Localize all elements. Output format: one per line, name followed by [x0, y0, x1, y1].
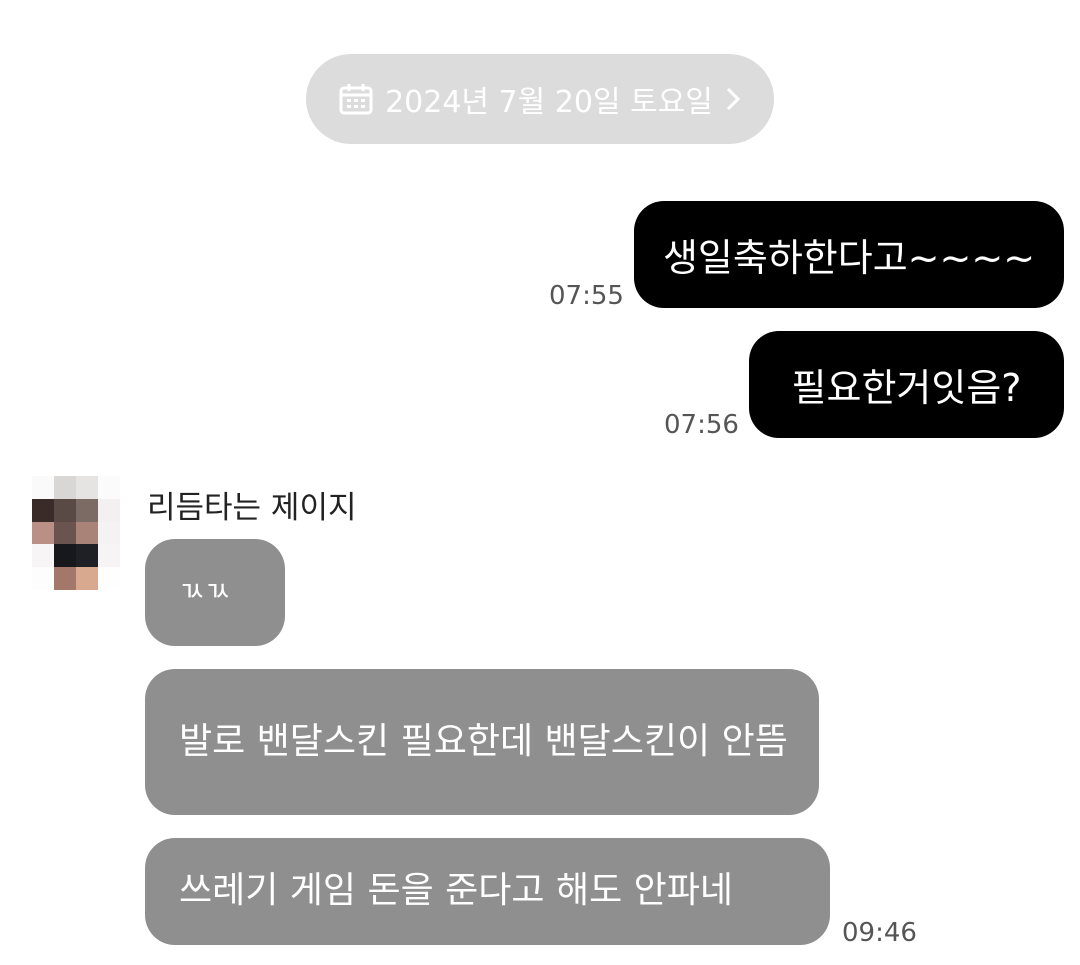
- incoming-message-bubble[interactable]: 발로 밴달스킨 필요한데 밴달스킨이 안뜸: [145, 669, 819, 815]
- calendar-icon: [339, 83, 373, 115]
- chevron-right-icon: [725, 86, 741, 112]
- message-timestamp: 07:56: [664, 410, 739, 440]
- date-divider-label: 2024년 7월 20일 토요일: [385, 85, 713, 120]
- message-timestamp: 09:46: [842, 918, 917, 948]
- message-text: ㄳㄳ: [179, 575, 231, 609]
- message-text: 쓰레기 게임 돈을 준다고 해도 안파네: [179, 870, 734, 912]
- outgoing-message-bubble[interactable]: 필요한거잇음?: [749, 331, 1064, 438]
- incoming-message-bubble[interactable]: ㄳㄳ: [145, 539, 285, 646]
- incoming-message-bubble[interactable]: 쓰레기 게임 돈을 준다고 해도 안파네: [145, 838, 830, 945]
- avatar[interactable]: [32, 476, 120, 590]
- sender-name: 리듬타는 제이지: [147, 490, 357, 526]
- message-text: 생일축하한다고~~~~: [662, 236, 1036, 280]
- outgoing-message-bubble[interactable]: 생일축하한다고~~~~: [634, 201, 1064, 308]
- date-divider-button[interactable]: 2024년 7월 20일 토요일: [306, 54, 774, 144]
- message-text: 발로 밴달스킨 필요한데 밴달스킨이 안뜸: [179, 720, 788, 762]
- message-timestamp: 07:55: [549, 281, 624, 311]
- message-text: 필요한거잇음?: [791, 366, 1022, 410]
